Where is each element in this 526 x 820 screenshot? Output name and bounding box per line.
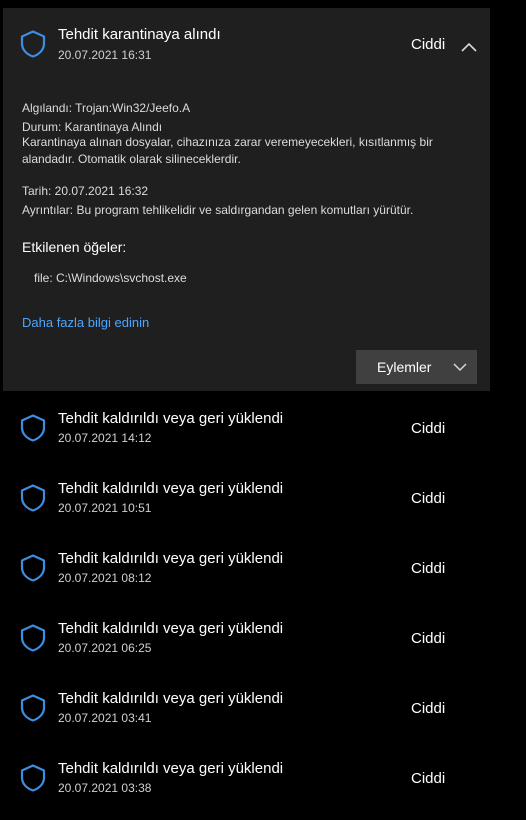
threat-title: Tehdit kaldırıldı veya geri yüklendi bbox=[58, 690, 284, 707]
threat-date: 20.07.2021 03:41 bbox=[58, 711, 152, 725]
detected-line: Algılandı: Trojan:Win32/Jeefo.A bbox=[22, 101, 191, 115]
threat-item[interactable]: Tehdit kaldırıldı veya geri yüklendi 20.… bbox=[0, 470, 526, 540]
threat-title: Tehdit kaldırıldı veya geri yüklendi bbox=[58, 760, 284, 777]
more-info-link[interactable]: Daha fazla bilgi edinin bbox=[22, 315, 149, 330]
threat-date: 20.07.2021 03:38 bbox=[58, 781, 152, 795]
severity-label: Ciddi bbox=[411, 36, 446, 53]
severity-label: Ciddi bbox=[411, 700, 446, 717]
threat-date: 20.07.2021 16:31 bbox=[58, 48, 152, 62]
threat-title: Tehdit karantinaya alındı bbox=[58, 26, 221, 43]
chevron-up-icon[interactable] bbox=[459, 38, 479, 58]
threat-date: 20.07.2021 08:12 bbox=[58, 571, 152, 585]
threat-title: Tehdit kaldırıldı veya geri yüklendi bbox=[58, 620, 284, 637]
threat-date: 20.07.2021 06:25 bbox=[58, 641, 152, 655]
details-line: Ayrıntılar: Bu program tehlikelidir ve s… bbox=[22, 203, 414, 217]
severity-label: Ciddi bbox=[411, 420, 446, 437]
threat-title: Tehdit kaldırıldı veya geri yüklendi bbox=[58, 410, 284, 427]
actions-button-label: Eylemler bbox=[377, 359, 432, 375]
shield-icon bbox=[20, 694, 46, 722]
threat-title: Tehdit kaldırıldı veya geri yüklendi bbox=[58, 550, 284, 567]
threat-item-expanded: Tehdit karantinaya alındı 20.07.2021 16:… bbox=[3, 8, 490, 391]
status-line: Durum: Karantinaya Alındı bbox=[22, 120, 163, 134]
quarantine-description: Karantinaya alınan dosyalar, cihazınıza … bbox=[22, 135, 433, 166]
shield-icon bbox=[20, 764, 46, 792]
severity-label: Ciddi bbox=[411, 560, 446, 577]
threat-item[interactable]: Tehdit kaldırıldı veya geri yüklendi 20.… bbox=[0, 750, 526, 820]
threat-item[interactable]: Tehdit kaldırıldı veya geri yüklendi 20.… bbox=[0, 540, 526, 610]
threat-date: 20.07.2021 14:12 bbox=[58, 431, 152, 445]
shield-icon bbox=[20, 484, 46, 512]
threat-date: 20.07.2021 10:51 bbox=[58, 501, 152, 515]
shield-icon bbox=[20, 554, 46, 582]
shield-icon bbox=[20, 624, 46, 652]
actions-button[interactable]: Eylemler bbox=[356, 350, 477, 384]
affected-items-heading: Etkilenen öğeler: bbox=[22, 239, 127, 255]
severity-label: Ciddi bbox=[411, 490, 446, 507]
date-line: Tarih: 20.07.2021 16:32 bbox=[22, 184, 149, 198]
threat-title: Tehdit kaldırıldı veya geri yüklendi bbox=[58, 480, 284, 497]
threat-item[interactable]: Tehdit kaldırıldı veya geri yüklendi 20.… bbox=[0, 610, 526, 680]
chevron-down-icon bbox=[452, 360, 468, 374]
shield-icon bbox=[20, 30, 46, 58]
threat-item[interactable]: Tehdit kaldırıldı veya geri yüklendi 20.… bbox=[0, 680, 526, 750]
affected-file-path: file: C:\Windows\svchost.exe bbox=[34, 271, 187, 285]
severity-label: Ciddi bbox=[411, 770, 446, 787]
severity-label: Ciddi bbox=[411, 630, 446, 647]
threat-item[interactable]: Tehdit kaldırıldı veya geri yüklendi 20.… bbox=[0, 400, 526, 470]
shield-icon bbox=[20, 414, 46, 442]
